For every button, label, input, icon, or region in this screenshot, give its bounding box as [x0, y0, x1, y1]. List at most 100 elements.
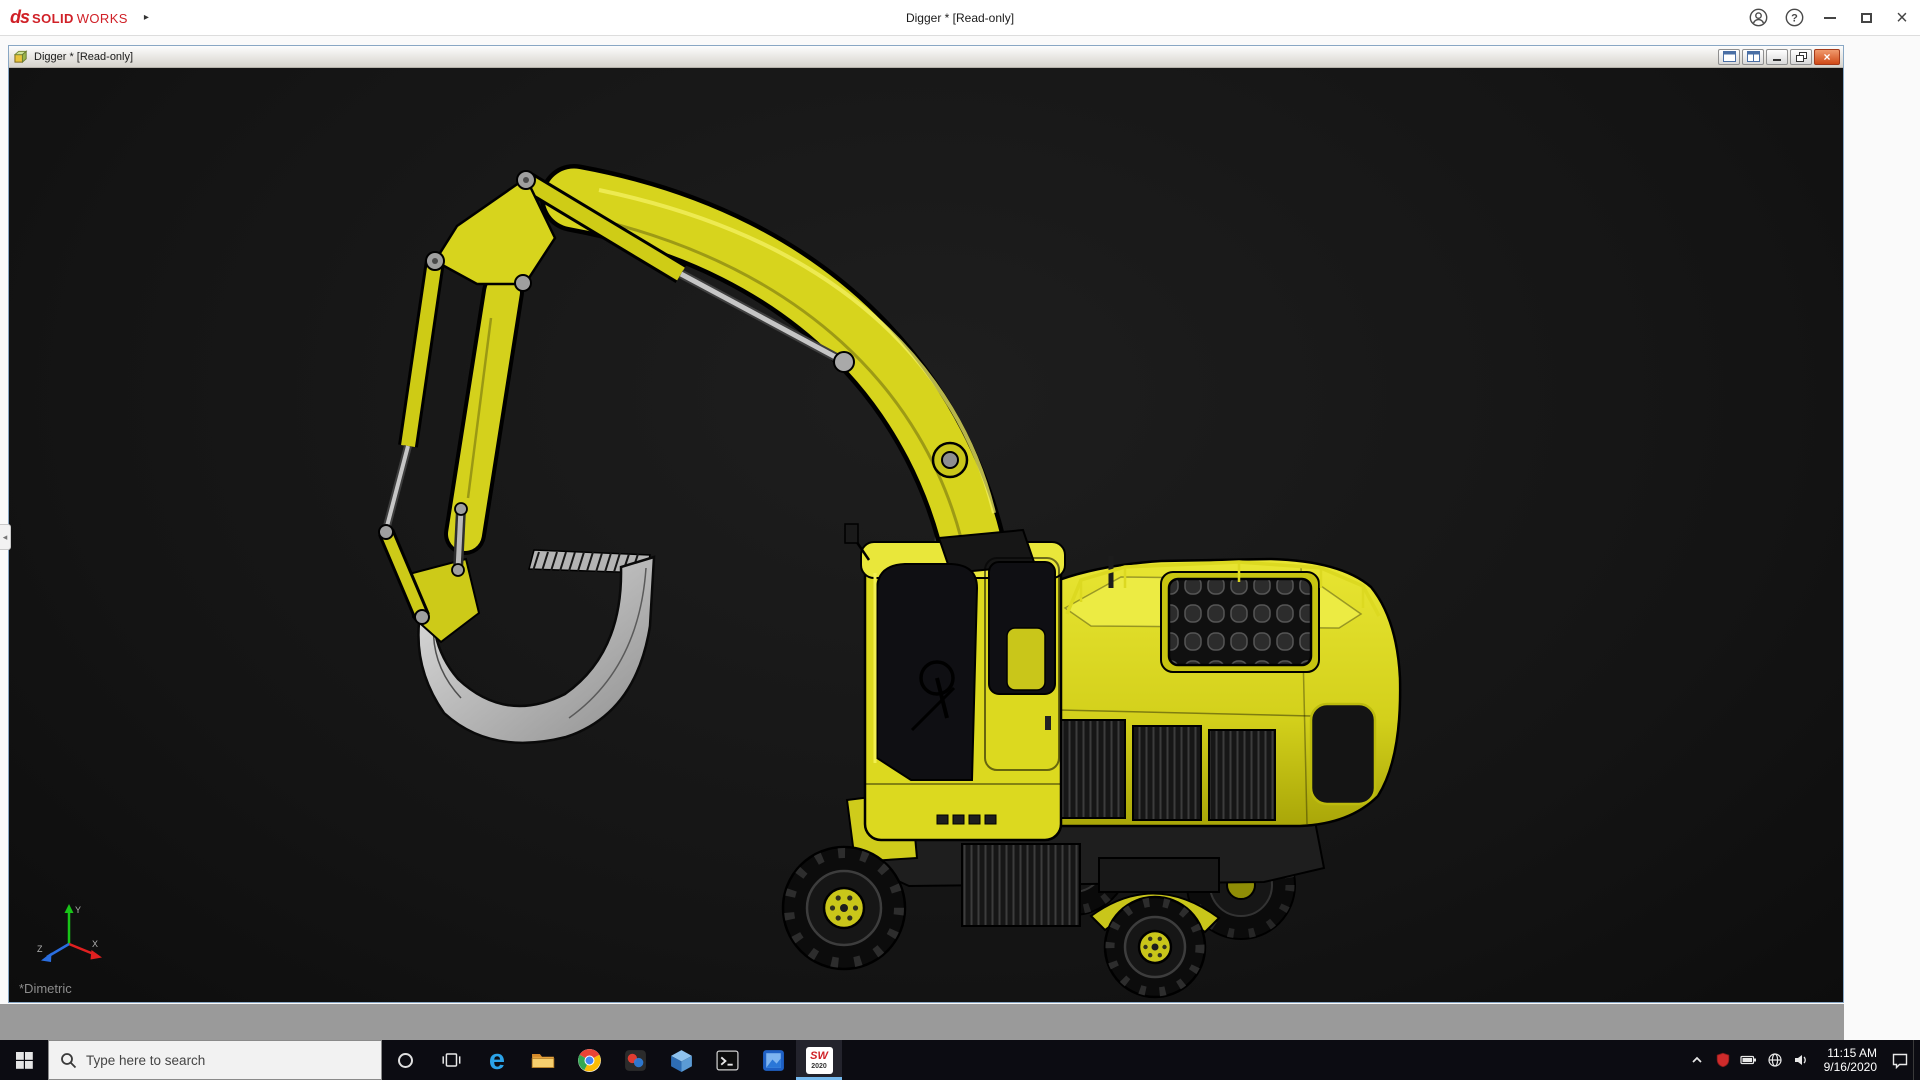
antivirus-shield-icon — [1715, 1052, 1731, 1068]
windows-logo-icon — [16, 1052, 33, 1069]
svg-text:Z: Z — [37, 944, 43, 954]
edge-app-button[interactable]: e — [474, 1040, 520, 1080]
document-window: Digger * [Read-only] — [8, 45, 1844, 1003]
svg-text:Y: Y — [75, 905, 81, 915]
edrawings-app-button[interactable] — [658, 1040, 704, 1080]
chevron-up-icon — [1689, 1052, 1705, 1068]
doc-restore-button[interactable] — [1790, 49, 1812, 65]
search-icon — [60, 1052, 77, 1069]
terminal-app-button[interactable] — [704, 1040, 750, 1080]
app-title: Digger * [Read-only] — [0, 11, 1920, 25]
front-right-wheel — [1105, 897, 1205, 997]
maximize-icon — [1861, 13, 1872, 23]
view-orientation-label: *Dimetric — [19, 981, 72, 996]
engine-grille — [1169, 579, 1311, 665]
solidworks-app-button[interactable]: SW 2020 — [796, 1040, 842, 1080]
front-left-wheel — [783, 847, 905, 969]
media-app-button[interactable] — [612, 1040, 658, 1080]
svg-text:?: ? — [1791, 12, 1798, 24]
action-center-icon — [1891, 1052, 1909, 1069]
minimize-button[interactable] — [1812, 0, 1848, 36]
seat — [1007, 628, 1045, 690]
side-vent-1 — [1057, 720, 1125, 818]
brand-works-text: WORKS — [77, 11, 128, 26]
show-desktop-button[interactable] — [1913, 1040, 1920, 1080]
clock-date: 9/16/2020 — [1824, 1060, 1877, 1074]
clock-time: 11:15 AM — [1827, 1046, 1877, 1060]
side-vent-3 — [1209, 730, 1275, 820]
featuremanager-flyout-arrow[interactable]: ◂ — [0, 524, 11, 550]
volume-tray-button[interactable] — [1788, 1040, 1814, 1080]
network-tray-button[interactable] — [1762, 1040, 1788, 1080]
boom-arm — [386, 171, 994, 566]
screen: ds SOLIDWORKS ▸ Digger * [Read-only] ? — [0, 0, 1920, 1080]
file-explorer-icon — [530, 1047, 556, 1073]
help-button[interactable]: ? — [1776, 0, 1812, 36]
volume-icon — [1793, 1052, 1809, 1068]
doc-close-button[interactable]: × — [1814, 49, 1840, 65]
maximize-button[interactable] — [1848, 0, 1884, 36]
mirror — [845, 524, 858, 543]
z-axis-arrow — [41, 953, 52, 963]
doc-pane-button-1[interactable] — [1718, 49, 1740, 65]
excavator-model — [9, 68, 1843, 1002]
command-prompt-icon — [715, 1048, 740, 1073]
windshield — [877, 564, 977, 780]
photos-icon — [761, 1048, 786, 1073]
workspace-bottom-strip — [0, 1004, 1844, 1040]
document-titlebar[interactable]: Digger * [Read-only] — [9, 46, 1843, 68]
taskbar-search[interactable] — [48, 1040, 382, 1080]
bucket — [409, 550, 654, 743]
titlebar-controls: ? × — [1740, 0, 1920, 36]
app-titlebar: ds SOLIDWORKS ▸ Digger * [Read-only] ? — [0, 0, 1920, 36]
cortana-icon — [398, 1053, 413, 1068]
document-title: Digger * [Read-only] — [34, 51, 133, 63]
tray-expand-button[interactable] — [1684, 1040, 1710, 1080]
antivirus-tray-button[interactable] — [1710, 1040, 1736, 1080]
door-handle — [1045, 716, 1051, 730]
doc-minimize-icon — [1773, 59, 1781, 61]
doc-minimize-button[interactable] — [1766, 49, 1788, 65]
split-window-icon — [1747, 51, 1760, 62]
engine-body — [1057, 556, 1400, 826]
side-vent-2 — [1133, 726, 1201, 820]
doc-pane-button-2[interactable] — [1742, 49, 1764, 65]
y-axis-arrow — [65, 904, 74, 913]
document-window-controls: × — [1716, 49, 1840, 65]
svg-text:X: X — [92, 939, 98, 949]
menu-expand-arrow-icon[interactable]: ▸ — [144, 0, 149, 36]
search-input[interactable] — [86, 1053, 370, 1068]
rear-panel — [1311, 704, 1375, 804]
dassault-mark: ds — [10, 7, 29, 28]
cortana-button[interactable] — [382, 1040, 428, 1080]
start-button[interactable] — [0, 1040, 48, 1080]
pane-window-icon — [1723, 51, 1736, 62]
task-view-button[interactable] — [428, 1040, 474, 1080]
x-axis-arrow — [91, 950, 103, 960]
chrome-icon — [577, 1048, 602, 1073]
account-button[interactable] — [1740, 0, 1776, 36]
help-icon: ? — [1785, 8, 1804, 27]
orientation-triad[interactable]: Y X Z — [33, 900, 103, 976]
action-center-button[interactable] — [1887, 1040, 1913, 1080]
chrome-app-button[interactable] — [566, 1040, 612, 1080]
solidworks-logo: ds SOLIDWORKS — [0, 7, 128, 28]
close-button[interactable]: × — [1884, 0, 1920, 36]
cab — [845, 524, 1065, 840]
solidworks-app-icon: SW 2020 — [806, 1047, 833, 1074]
user-icon — [1749, 8, 1768, 27]
battery-tray-button[interactable] — [1736, 1040, 1762, 1080]
cube-icon — [669, 1048, 694, 1073]
assembly-icon — [14, 49, 30, 65]
brand-solid-text: SOLID — [32, 11, 74, 26]
file-explorer-button[interactable] — [520, 1040, 566, 1080]
clock[interactable]: 11:15 AM 9/16/2020 — [1814, 1046, 1887, 1075]
photos-app-button[interactable] — [750, 1040, 796, 1080]
minimize-icon — [1824, 17, 1836, 19]
edge-icon: e — [489, 1046, 505, 1075]
3d-viewport[interactable]: Y X Z *Dimetric — [9, 68, 1843, 1002]
task-view-icon — [440, 1049, 462, 1071]
battery-icon — [1740, 1052, 1757, 1068]
taskbar: e — [0, 1040, 1920, 1080]
network-icon — [1767, 1052, 1783, 1068]
